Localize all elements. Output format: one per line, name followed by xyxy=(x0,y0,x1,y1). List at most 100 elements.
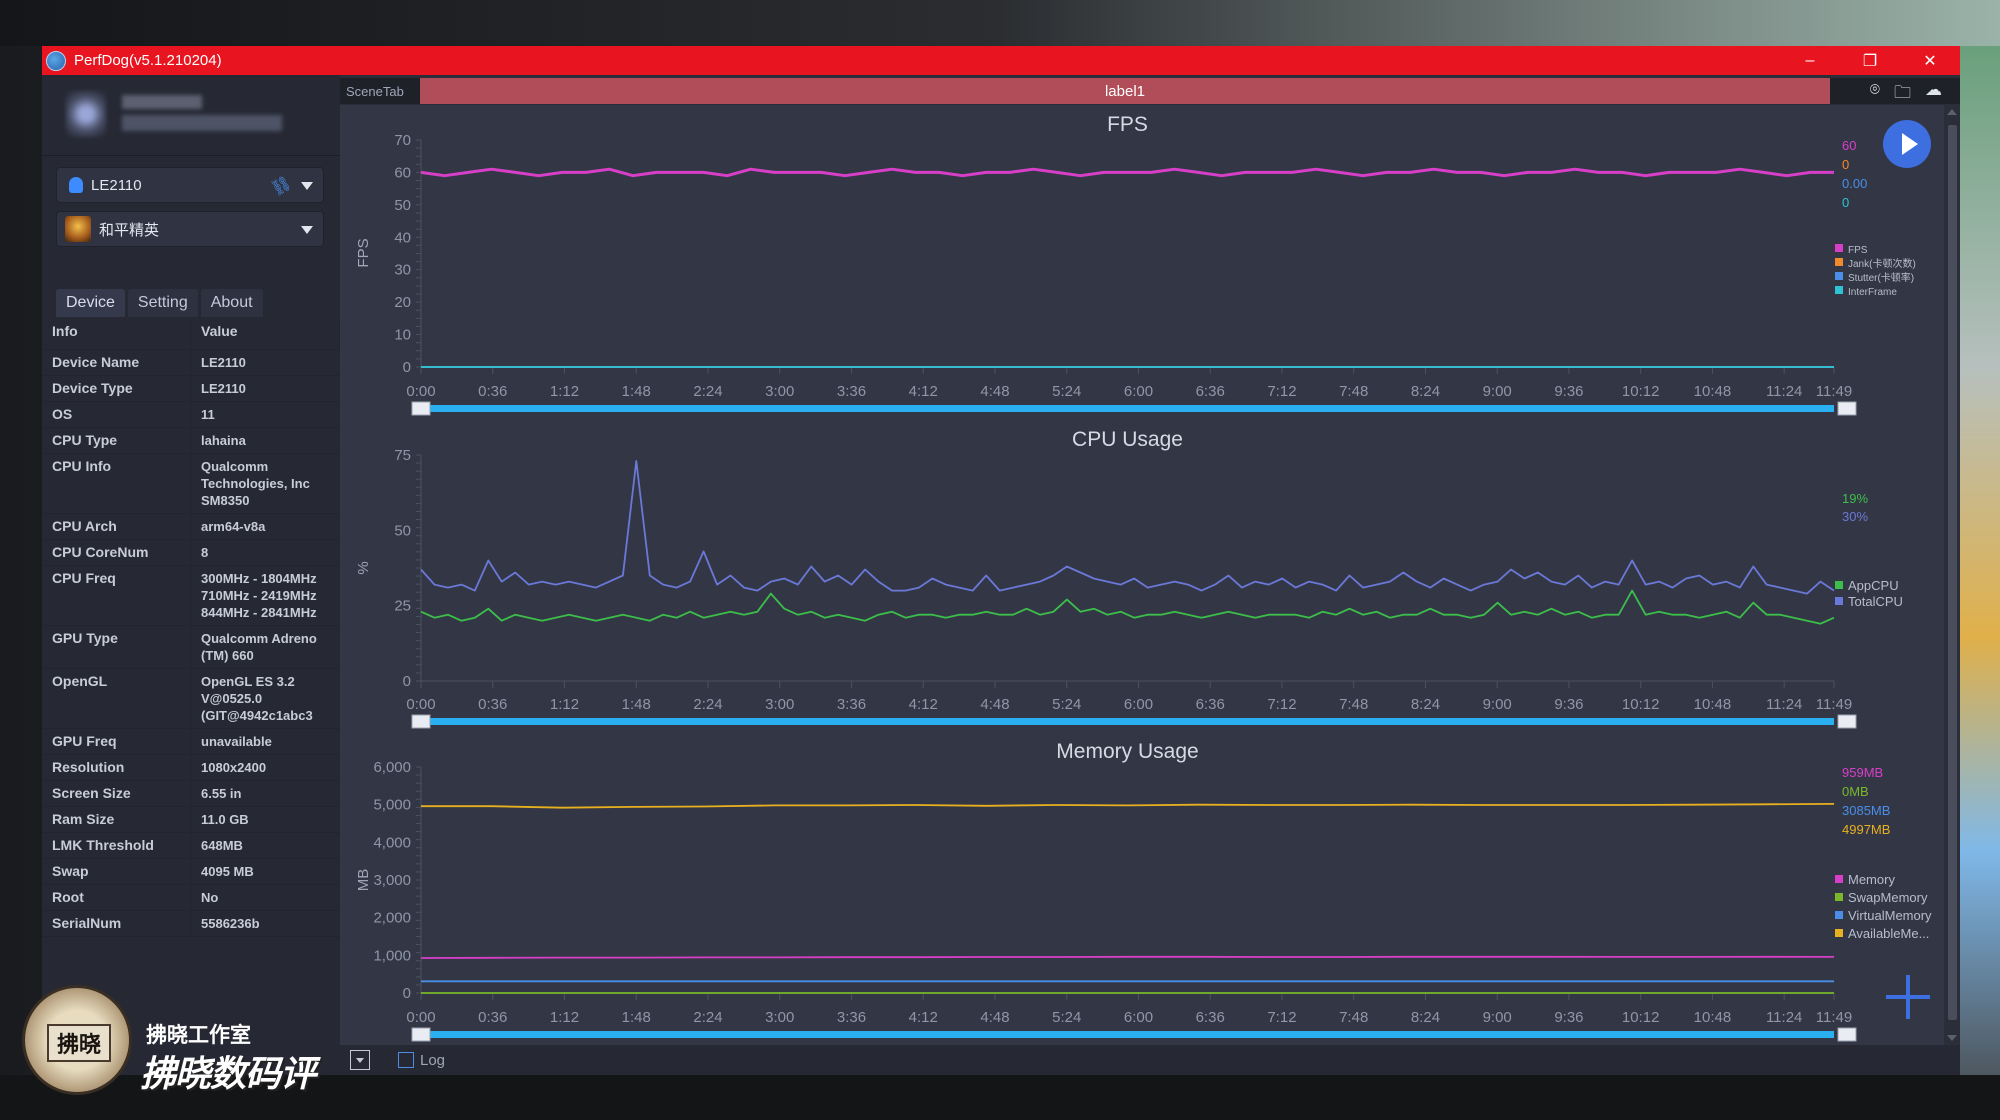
vertical-scrollbar[interactable] xyxy=(1944,105,1960,1045)
tab-about[interactable]: About xyxy=(200,289,263,317)
table-row: GPU Freq unavailable xyxy=(42,728,340,755)
time-range-slider-handle-left[interactable] xyxy=(411,714,431,729)
x-tick-label: 9:00 xyxy=(1483,1009,1512,1026)
time-range-slider-handle-left[interactable] xyxy=(411,401,431,416)
info-value: lahaina xyxy=(190,427,340,454)
scene-label[interactable]: label1 xyxy=(420,78,1830,104)
x-tick-label: 7:12 xyxy=(1267,696,1296,713)
chart-title: Memory Usage xyxy=(1056,740,1198,763)
device-select[interactable]: LE2110 ⛓ xyxy=(56,167,324,203)
table-row: Root No xyxy=(42,884,340,911)
x-tick-label: 4:48 xyxy=(980,383,1009,400)
time-range-slider-track[interactable] xyxy=(421,718,1834,725)
info-value: arm64-v8a xyxy=(190,513,340,540)
legend-item[interactable]: SwapMemory xyxy=(1848,890,1928,905)
usb-link-icon[interactable]: ⛓ xyxy=(267,172,295,199)
x-tick-label: 6:00 xyxy=(1124,696,1153,713)
x-tick-label: 2:24 xyxy=(693,1009,722,1026)
table-header-row: Info Value xyxy=(42,319,340,350)
scroll-up-arrow-icon[interactable] xyxy=(1947,109,1957,115)
info-key: CPU CoreNum xyxy=(42,539,191,566)
x-tick-label: 6:00 xyxy=(1124,383,1153,400)
time-range-slider-handle-left[interactable] xyxy=(411,1027,431,1042)
legend-item[interactable]: TotalCPU xyxy=(1848,594,1903,609)
app-select[interactable]: 和平精英 xyxy=(56,211,324,247)
scroll-thumb[interactable] xyxy=(1948,125,1957,1020)
title-bar[interactable]: PerfDog(v5.1.210204) – ❐ ✕ xyxy=(42,46,1960,75)
info-key: SerialNum xyxy=(42,910,191,937)
android-icon xyxy=(69,177,83,193)
time-range-slider-handle-right[interactable] xyxy=(1837,1027,1857,1042)
time-range-slider-handle-right[interactable] xyxy=(1837,401,1857,416)
legend-item[interactable]: AppCPU xyxy=(1848,578,1899,593)
play-button[interactable] xyxy=(1883,120,1931,168)
y-tick-label: 50 xyxy=(394,522,411,539)
minimize-button[interactable]: – xyxy=(1780,46,1840,75)
x-tick-label: 5:24 xyxy=(1052,696,1081,713)
legend-item[interactable]: FPS xyxy=(1848,245,1868,256)
legend-item[interactable]: Stutter(卡顿率) xyxy=(1848,271,1914,284)
perfdog-window: PerfDog(v5.1.210204) – ❐ ✕ LE2110 ⛓ 和平精英… xyxy=(42,46,1960,1075)
x-tick-label: 9:00 xyxy=(1483,696,1512,713)
close-button[interactable]: ✕ xyxy=(1900,46,1960,75)
x-tick-label: 4:12 xyxy=(909,1009,938,1026)
x-tick-label: 6:00 xyxy=(1124,1009,1153,1026)
y-tick-label: 70 xyxy=(394,132,411,149)
y-tick-label: 30 xyxy=(394,262,411,279)
x-tick-label: 9:36 xyxy=(1554,696,1583,713)
y-tick-label: 5,000 xyxy=(373,797,411,814)
table-row: LMK Threshold 648MB xyxy=(42,832,340,859)
x-tick-label: 0:00 xyxy=(406,1009,435,1026)
scene-tab[interactable]: SceneTab xyxy=(346,78,416,104)
legend-item[interactable]: InterFrame xyxy=(1848,287,1897,298)
info-value: 1080x2400 xyxy=(190,754,340,781)
legend-swatch xyxy=(1835,581,1843,589)
legend-item[interactable]: AvailableMe... xyxy=(1848,926,1929,941)
chevron-down-icon xyxy=(356,1057,364,1063)
info-value: 11.0 GB xyxy=(190,806,340,833)
x-tick-label: 9:00 xyxy=(1483,383,1512,400)
legend-item[interactable]: VirtualMemory xyxy=(1848,908,1932,923)
x-tick-label: 0:00 xyxy=(406,696,435,713)
maximize-button[interactable]: ❐ xyxy=(1840,46,1900,75)
x-tick-label: 0:00 xyxy=(406,383,435,400)
left-panel: LE2110 ⛓ 和平精英 Device Setting About Info … xyxy=(42,75,340,1075)
legend-swatch xyxy=(1835,875,1843,883)
x-tick-label: 10:48 xyxy=(1694,696,1732,713)
add-chart-button[interactable] xyxy=(1886,975,1930,1019)
user-profile[interactable] xyxy=(42,75,340,156)
watermark-seal-text: 拂晓 xyxy=(47,1024,111,1062)
chart-title: CPU Usage xyxy=(1072,428,1183,451)
log-checkbox[interactable] xyxy=(398,1052,414,1068)
x-tick-label: 1:12 xyxy=(550,696,579,713)
chevron-down-icon xyxy=(301,182,313,190)
watermark-brand: 拂晓数码评 xyxy=(140,1053,316,1094)
current-value-label: 0 xyxy=(1842,157,1849,172)
x-tick-label: 1:12 xyxy=(550,1009,579,1026)
legend-item[interactable]: Memory xyxy=(1848,872,1895,887)
x-tick-label: 0:36 xyxy=(478,1009,507,1026)
time-range-slider-track[interactable] xyxy=(421,405,1834,412)
x-tick-label: 0:36 xyxy=(478,383,507,400)
dropdown-toggle-button[interactable] xyxy=(350,1050,370,1070)
y-tick-label: 60 xyxy=(394,164,411,181)
x-tick-label: 8:24 xyxy=(1411,1009,1440,1026)
x-tick-label: 11:24 xyxy=(1766,383,1802,400)
info-value: 6.55 in xyxy=(190,780,340,807)
time-range-slider-track[interactable] xyxy=(421,1031,1834,1038)
table-row: SerialNum 5586236b xyxy=(42,910,340,937)
legend-item[interactable]: Jank(卡顿次数) xyxy=(1848,257,1916,270)
table-row: Swap 4095 MB xyxy=(42,858,340,885)
legend-swatch xyxy=(1835,286,1843,294)
legend-swatch xyxy=(1835,911,1843,919)
legend-swatch xyxy=(1835,258,1843,266)
x-tick-label: 8:24 xyxy=(1411,696,1440,713)
tab-setting[interactable]: Setting xyxy=(127,289,198,317)
x-tick-label: 7:48 xyxy=(1339,383,1368,400)
table-row: CPU CoreNum 8 xyxy=(42,539,340,566)
tab-device[interactable]: Device xyxy=(56,289,125,317)
y-tick-label: 0 xyxy=(403,985,411,1002)
x-tick-label: 6:36 xyxy=(1196,696,1225,713)
scroll-down-arrow-icon[interactable] xyxy=(1947,1035,1957,1041)
time-range-slider-handle-right[interactable] xyxy=(1837,714,1857,729)
